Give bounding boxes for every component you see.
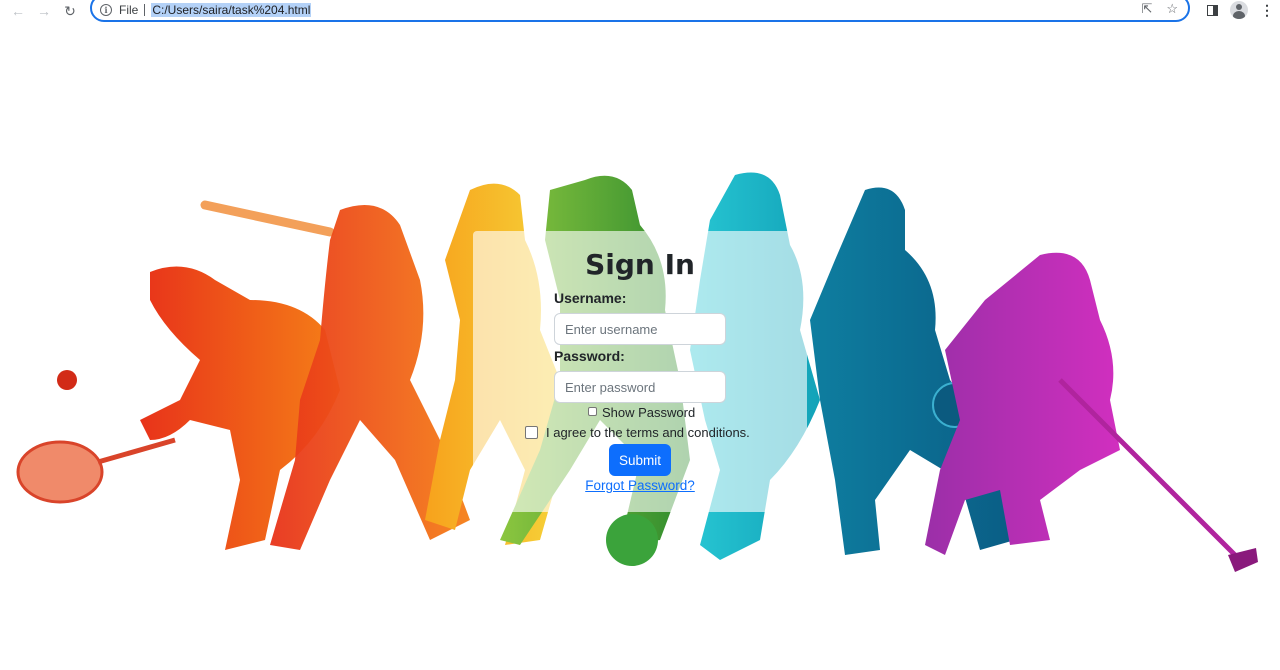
forgot-password-link[interactable]: Forgot Password?: [0, 478, 1280, 493]
profile-avatar-icon[interactable]: [1230, 1, 1248, 19]
side-panel-icon[interactable]: [1207, 4, 1218, 16]
sign-in-title: Sign In: [585, 248, 695, 281]
username-label: Username:: [554, 290, 627, 306]
browser-toolbar: ← → ↻ i File C:/Users/saira/task%204.htm…: [0, 0, 1280, 22]
show-password-label: Show Password: [602, 405, 696, 420]
password-label: Password:: [554, 348, 625, 364]
forward-arrow-icon[interactable]: →: [31, 1, 57, 21]
address-bar[interactable]: i File C:/Users/saira/task%204.html ⇱ ☆: [90, 0, 1190, 22]
terms-checkbox[interactable]: [525, 426, 538, 439]
password-input[interactable]: [554, 371, 726, 403]
menu-dots-icon[interactable]: ⋮: [1260, 2, 1274, 19]
divider: [144, 4, 146, 16]
submit-button[interactable]: Submit: [609, 444, 671, 476]
back-arrow-icon[interactable]: ←: [5, 1, 31, 21]
username-input[interactable]: [554, 313, 726, 345]
bookmark-star-icon[interactable]: ☆: [1166, 1, 1178, 17]
info-icon[interactable]: i: [100, 4, 112, 16]
reload-icon[interactable]: ↻: [57, 1, 83, 21]
share-icon[interactable]: ⇱: [1141, 1, 1152, 17]
terms-label: I agree to the terms and conditions.: [546, 425, 750, 440]
scheme-label: File: [119, 3, 139, 17]
url-text[interactable]: C:/Users/saira/task%204.html: [151, 3, 312, 17]
show-password-checkbox[interactable]: [588, 407, 597, 416]
